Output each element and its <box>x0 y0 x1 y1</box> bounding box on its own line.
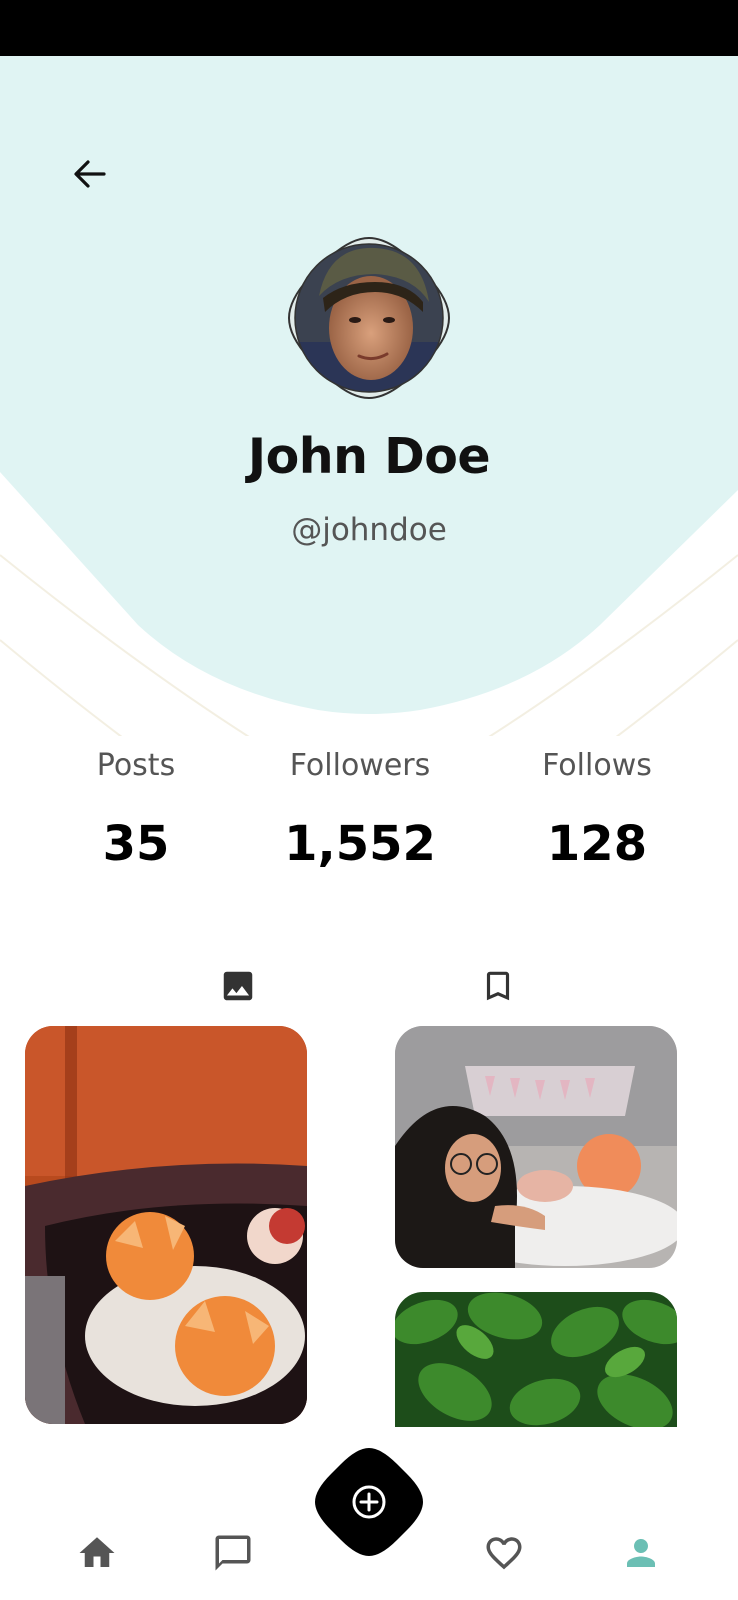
stat-posts-label: Posts <box>96 748 176 783</box>
bookmark-icon <box>486 971 510 1001</box>
arrow-left-icon <box>74 160 106 188</box>
stat-followers-value: 1,552 <box>284 816 436 872</box>
stat-follows-value: 128 <box>546 816 648 872</box>
photo-girl[interactable] <box>395 1026 677 1268</box>
chat-icon <box>215 1535 251 1571</box>
nav-home[interactable] <box>72 1528 122 1578</box>
stat-followers-label: Followers <box>289 748 431 783</box>
avatar[interactable] <box>283 232 455 404</box>
nav-profile[interactable] <box>616 1528 666 1578</box>
heart-icon <box>486 1537 522 1570</box>
create-post-button[interactable] <box>311 1444 427 1560</box>
tab-saved[interactable] <box>476 964 520 1008</box>
person-icon <box>627 1539 655 1567</box>
back-button[interactable] <box>66 150 114 198</box>
photo-fruit[interactable] <box>25 1026 307 1424</box>
nav-favorites[interactable] <box>479 1528 529 1578</box>
profile-name: John Doe <box>247 428 491 485</box>
image-icon <box>223 971 253 1001</box>
photo-grid <box>0 1022 738 1427</box>
photo-leaves[interactable] <box>395 1292 677 1427</box>
nav-messages[interactable] <box>208 1528 258 1578</box>
stat-follows-label: Follows <box>542 748 652 783</box>
tab-posts[interactable] <box>216 964 260 1008</box>
status-bar <box>0 0 738 56</box>
home-icon <box>79 1537 115 1567</box>
stat-posts-value: 35 <box>102 816 170 872</box>
profile-handle: @johndoe <box>291 512 447 548</box>
